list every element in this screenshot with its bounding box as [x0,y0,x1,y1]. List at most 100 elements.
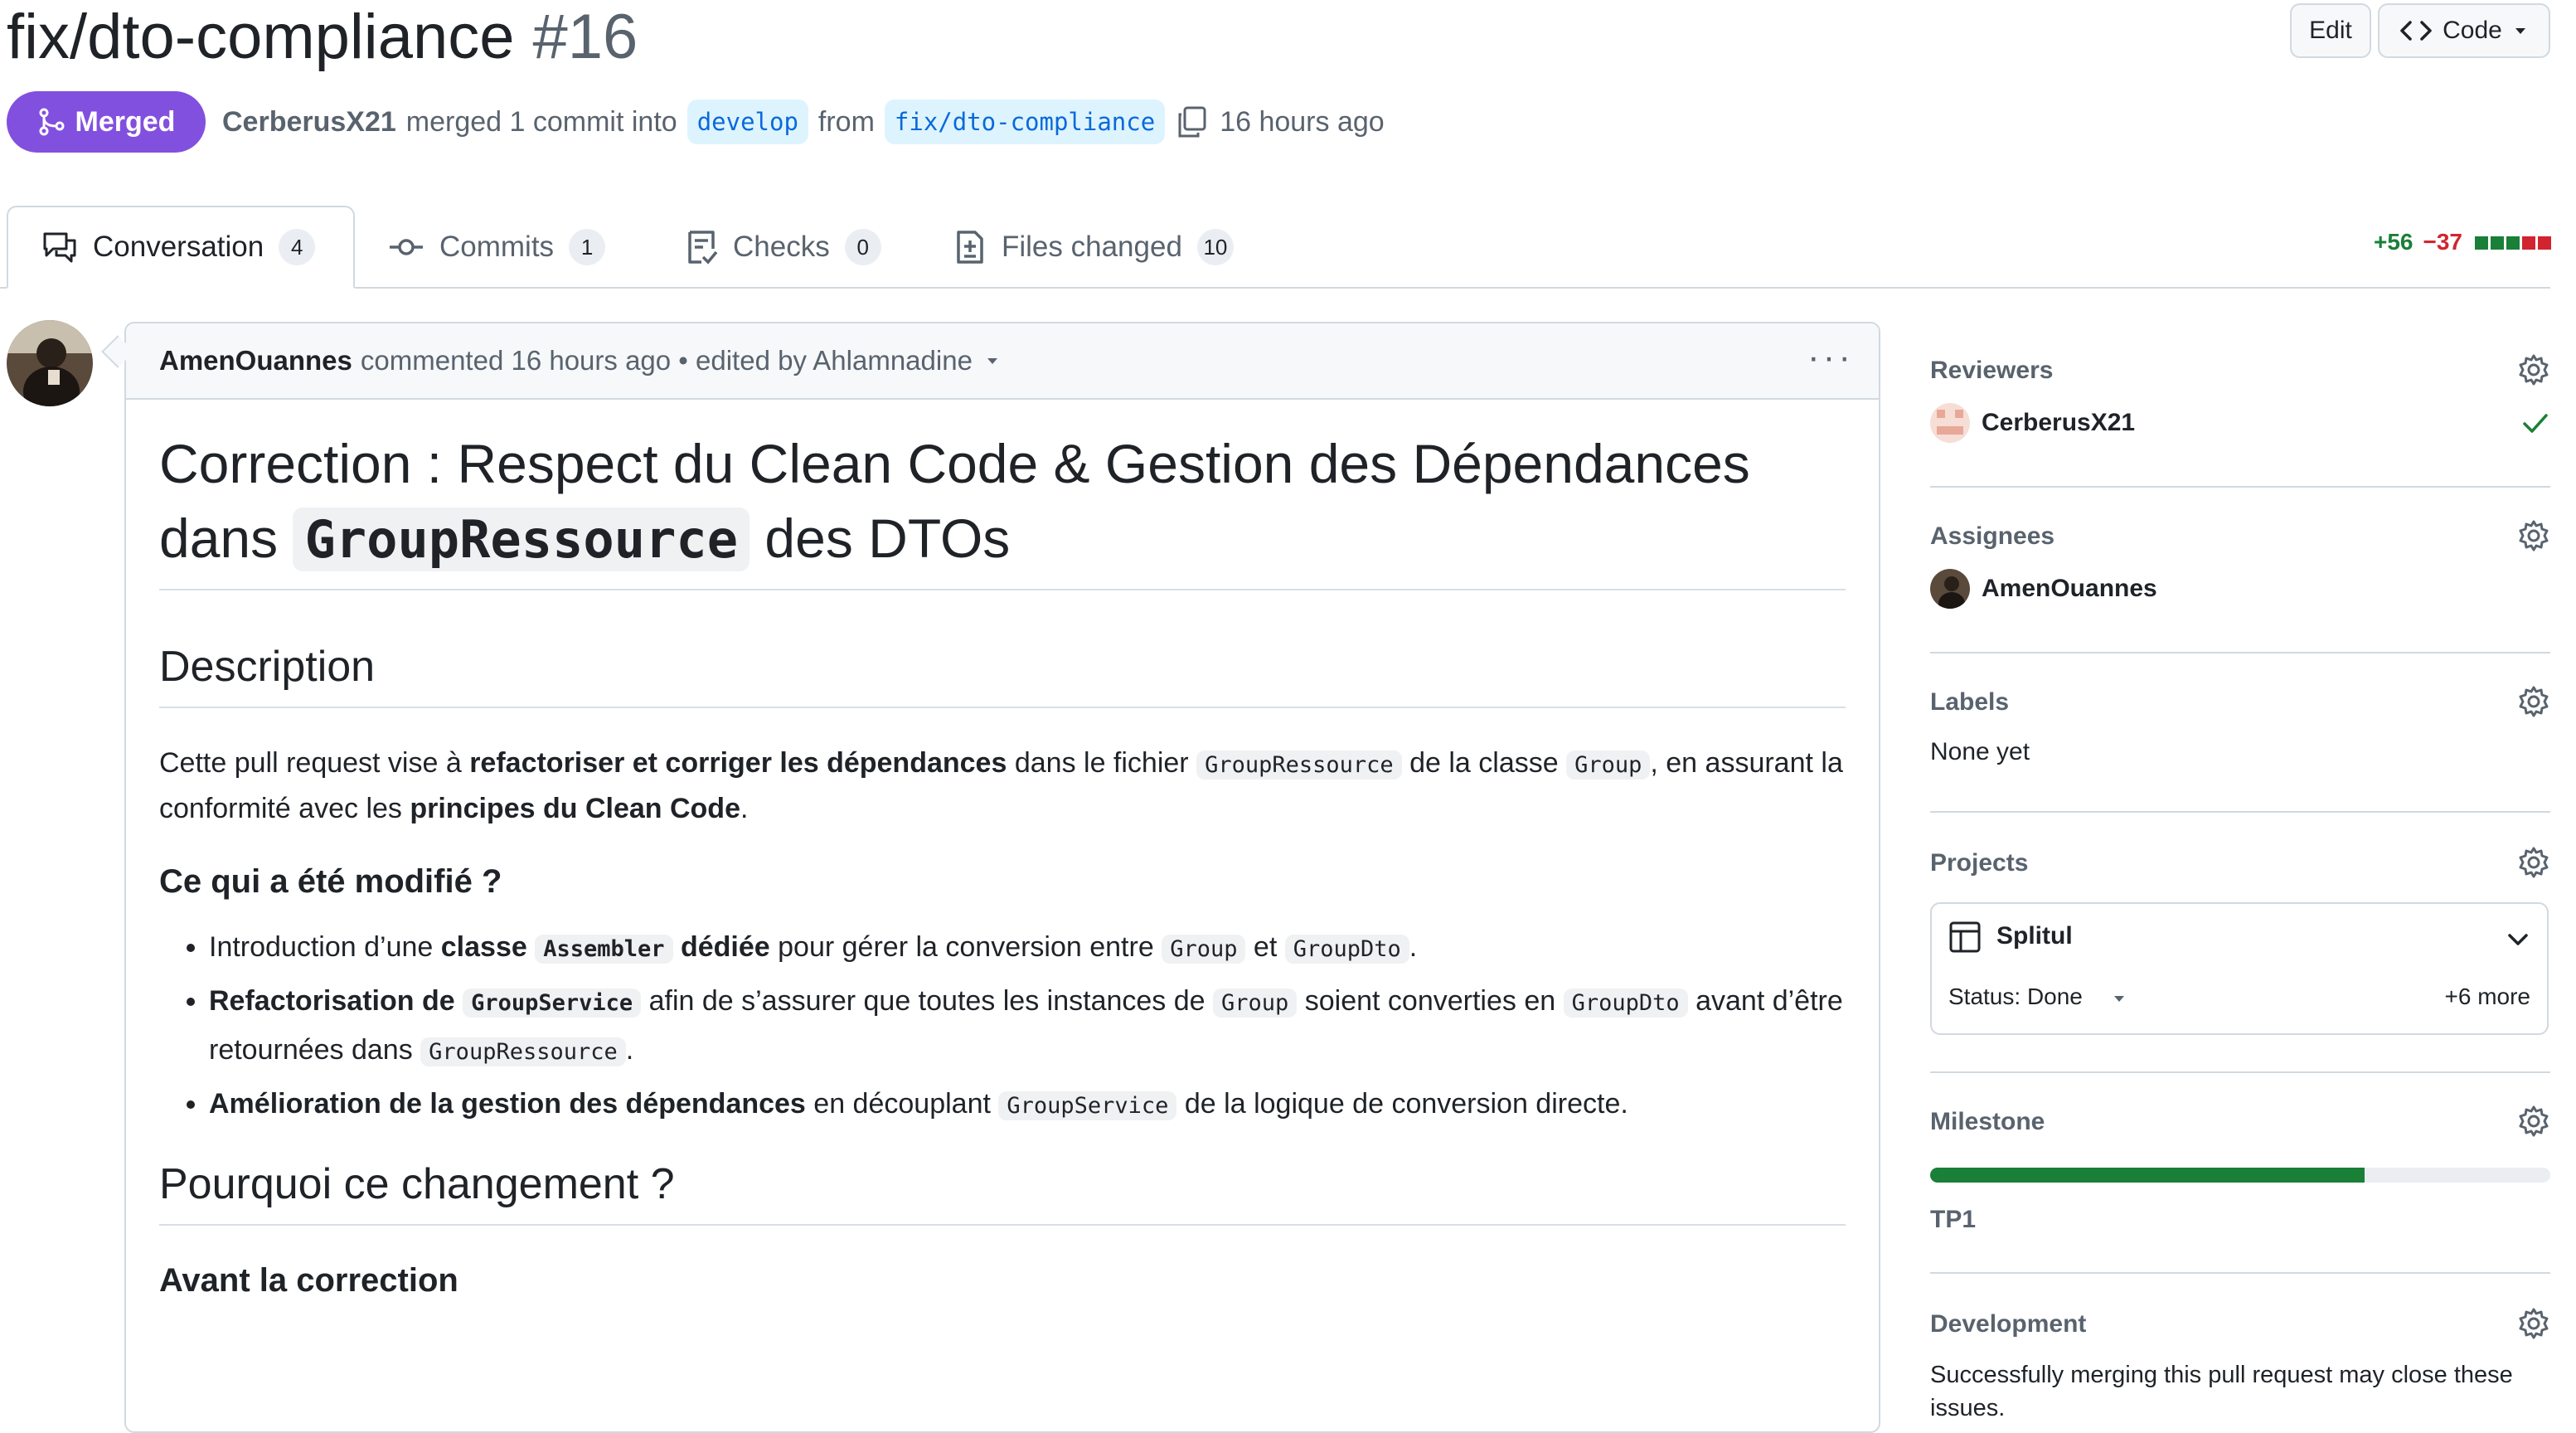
caret-down-icon[interactable] [984,352,1001,369]
comment-box: AmenOuannes commented 16 hours ago • edi… [124,322,1880,1433]
avatar[interactable] [7,320,93,406]
milestone-name[interactable]: TP1 [1930,1206,1976,1234]
milestone-section: Milestone [1930,1105,2550,1138]
title-text-2: des DTOs [764,508,1011,569]
tab-conversation-count: 4 [279,229,316,265]
item-code: GroupService [998,1091,1177,1120]
item-bold: Amélioration de la gestion des dépendanc… [209,1088,806,1120]
development-text: Successfully merging this pull request m… [1930,1362,2513,1421]
project-more-link[interactable]: +6 more [2445,984,2531,1010]
caret-down-icon[interactable] [2111,990,2127,1007]
kebab-menu-icon[interactable]: ··· [1807,337,1854,378]
projects-title[interactable]: Projects [1930,849,2550,877]
item-text: pour gérer la conversion entre [769,931,1162,963]
merged-text: merged 1 commit into [405,106,677,138]
gear-icon[interactable] [2517,519,2550,552]
comment-meta[interactable]: commented 16 hours ago • edited by Ahlam… [361,345,973,376]
gear-icon[interactable] [2517,1307,2550,1340]
divider [159,589,1846,590]
list-item: Introduction d’une classe Assembler dédi… [209,924,1846,973]
divider [159,1224,1846,1226]
sidebar-divider [1930,1071,2550,1073]
sidebar-divider [1930,652,2550,653]
author-link[interactable]: CerberusX21 [222,98,396,146]
item-code: GroupDto [1284,935,1409,964]
gear-icon[interactable] [2517,353,2550,386]
tab-checks[interactable]: Checks 0 [652,206,914,289]
tab-commits-count: 1 [569,229,606,265]
git-merge-icon [39,108,65,136]
chevron-down-icon[interactable] [2506,927,2530,952]
heading-description: Description [159,643,376,691]
desc-text: de la classe [1401,747,1567,779]
diffstat-blocks [2472,229,2551,255]
desc-text: dans le fichier [1007,747,1197,779]
diffstat-additions: +56 [2374,229,2413,255]
desc-text: Cette pull request vise à [159,747,470,779]
projects-section: Projects [1930,846,2550,879]
development-section: Development Successfully merging this pu… [1930,1307,2550,1425]
desc-bold: refactoriser et corriger les dépendances [469,747,1007,779]
tabs-divider [0,287,2550,289]
development-title[interactable]: Development [1930,1310,2550,1338]
labels-title[interactable]: Labels [1930,688,2550,716]
reviewer-avatar [1930,403,1970,443]
item-code: Assembler [535,935,673,964]
assignee-avatar [1930,569,1970,609]
code-button-label: Code [2443,17,2502,44]
checklist-icon [688,231,718,265]
merged-status-badge: Merged [7,91,206,153]
item-bold: Refactorisation de [209,985,455,1017]
item-code: GroupDto [1563,989,1688,1018]
comment-title: Correction : Respect du Clean Code & Ges… [159,426,1846,577]
milestone-progress-bar [1930,1168,2550,1183]
edit-button[interactable]: Edit [2290,3,2371,58]
item-code: GroupRessource [420,1037,626,1066]
comment-author[interactable]: AmenOuannes [159,345,352,376]
heading-modified: Ce qui a été modifié ? [159,863,502,900]
diffstat: +56 −37 [2374,229,2551,255]
tab-checks-label: Checks [733,231,830,263]
gear-icon[interactable] [2517,846,2550,879]
description-paragraph: Cette pull request vise à refactoriser e… [159,741,1846,830]
assignees-title[interactable]: Assignees [1930,522,2550,551]
project-card[interactable]: Splitul Status: Done +6 more [1930,902,2549,1035]
check-icon [2523,414,2548,433]
item-text: . [625,1034,634,1066]
merged-label: Merged [75,105,176,138]
table-icon [1949,921,1981,953]
gear-icon[interactable] [2517,685,2550,718]
diffstat-deletions: −37 [2423,229,2463,255]
title-code: GroupRessource [293,508,750,571]
tab-conversation[interactable]: Conversation 4 [7,206,355,289]
reviewer-name: CerberusX21 [1982,409,2136,436]
assignee-item[interactable]: AmenOuannes [1930,569,2550,609]
gear-icon[interactable] [2517,1105,2550,1138]
tab-files-changed[interactable]: Files changed 10 [920,206,1267,289]
item-text: et [1245,931,1285,963]
from-text: from [817,106,875,138]
item-bold: dédiée [680,931,770,963]
item-code: Group [1213,989,1298,1018]
code-button[interactable]: Code [2378,3,2550,58]
item-text: afin de s’assurer que toutes les instanc… [641,985,1214,1017]
head-branch[interactable]: fix/dto-compliance [884,100,1166,144]
base-branch[interactable]: develop [686,100,808,144]
sidebar-divider [1930,811,2550,813]
pr-number: #16 [532,2,638,72]
reviewer-item[interactable]: CerberusX21 [1930,403,2550,443]
project-name[interactable]: Splitul [1996,922,2073,950]
tab-files-changed-label: Files changed [1002,231,1182,263]
assignees-section: Assignees AmenOuannes [1930,519,2550,609]
comment-header: AmenOuannes commented 16 hours ago • edi… [126,323,1879,400]
project-status[interactable]: Status: Done [1948,984,2083,1010]
sidebar-divider [1930,1272,2550,1274]
copy-icon[interactable] [1175,104,1210,139]
item-code: Group [1162,935,1246,964]
pr-title-text: fix/dto-compliance [7,2,515,72]
pr-meta: CerberusX21 merged 1 commit into develop… [222,98,1385,146]
caret-down-icon [2515,28,2525,34]
milestone-title[interactable]: Milestone [1930,1108,2550,1136]
reviewers-title[interactable]: Reviewers [1930,357,2550,385]
tab-commits[interactable]: Commits 1 [355,206,638,289]
